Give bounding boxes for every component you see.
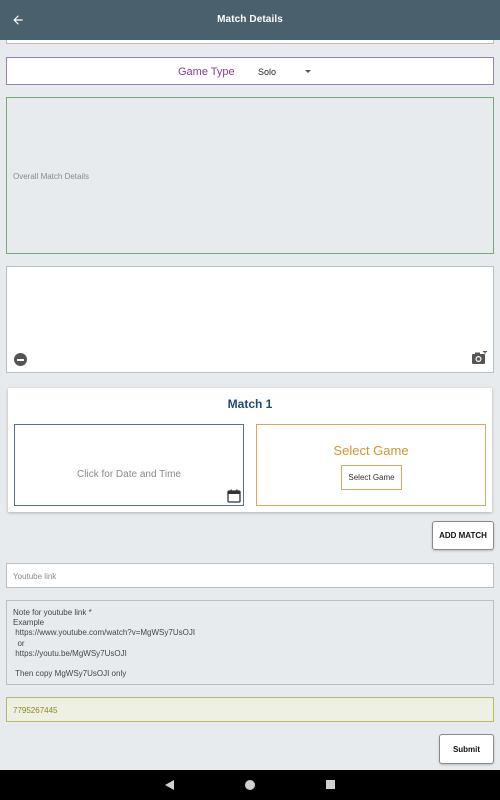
- game-type-label: Game Type: [178, 66, 235, 78]
- match-card: Match 1 Click for Date and Time Select G…: [8, 388, 492, 512]
- match-title: Match 1: [227, 397, 273, 411]
- system-nav-bar: [0, 770, 500, 800]
- overall-match-details-field[interactable]: Overall Match Details: [6, 97, 494, 254]
- note-line: [13, 659, 487, 669]
- date-time-placeholder: Click for Date and Time: [77, 469, 181, 480]
- game-type-dropdown[interactable]: Solo: [253, 64, 315, 80]
- game-type-row: Game Type Solo: [6, 57, 494, 85]
- camera-plus-icon[interactable]: [471, 349, 487, 365]
- youtube-note: Note for youtube link * Example https://…: [6, 600, 494, 685]
- game-type-value: Solo: [258, 67, 277, 77]
- date-time-picker[interactable]: Click for Date and Time: [14, 424, 244, 506]
- youtube-link-placeholder: Youtube link: [13, 572, 57, 581]
- nav-recent-apps-icon[interactable]: [326, 780, 335, 789]
- youtube-link-input[interactable]: Youtube link: [6, 563, 494, 588]
- nav-back-icon[interactable]: [165, 780, 174, 790]
- select-game-button[interactable]: Select Game: [341, 465, 402, 490]
- select-game-panel: Select Game Select Game: [256, 424, 486, 506]
- note-line: Then copy MgWSy7UsOJI only: [13, 669, 127, 679]
- note-line: https://youtu.be/MgWSy7UsOJI: [13, 648, 127, 658]
- calendar-icon: [227, 489, 241, 503]
- note-line: https://www.youtube.com/watch?v=MgWSy7Us…: [13, 628, 196, 638]
- note-line: Note for youtube link *: [13, 608, 92, 617]
- scrolled-field-edge: [6, 40, 494, 44]
- select-game-title: Select Game: [333, 443, 409, 458]
- note-line: Example: [13, 618, 45, 628]
- app-bar: Match Details: [0, 0, 500, 40]
- add-match-button[interactable]: ADD MATCH: [432, 521, 494, 550]
- caret-down-icon: [305, 70, 311, 73]
- page-title: Match Details: [217, 14, 283, 25]
- note-line: or: [13, 638, 25, 648]
- phone-number-field[interactable]: 7795267445: [6, 697, 494, 722]
- image-upload-area: [6, 266, 494, 373]
- submit-button[interactable]: Submit: [439, 734, 494, 764]
- overall-match-details-placeholder: Overall Match Details: [13, 172, 90, 181]
- phone-number-value: 7795267445: [13, 706, 58, 715]
- nav-home-icon[interactable]: [245, 780, 255, 790]
- minus-circle-icon[interactable]: [14, 353, 27, 366]
